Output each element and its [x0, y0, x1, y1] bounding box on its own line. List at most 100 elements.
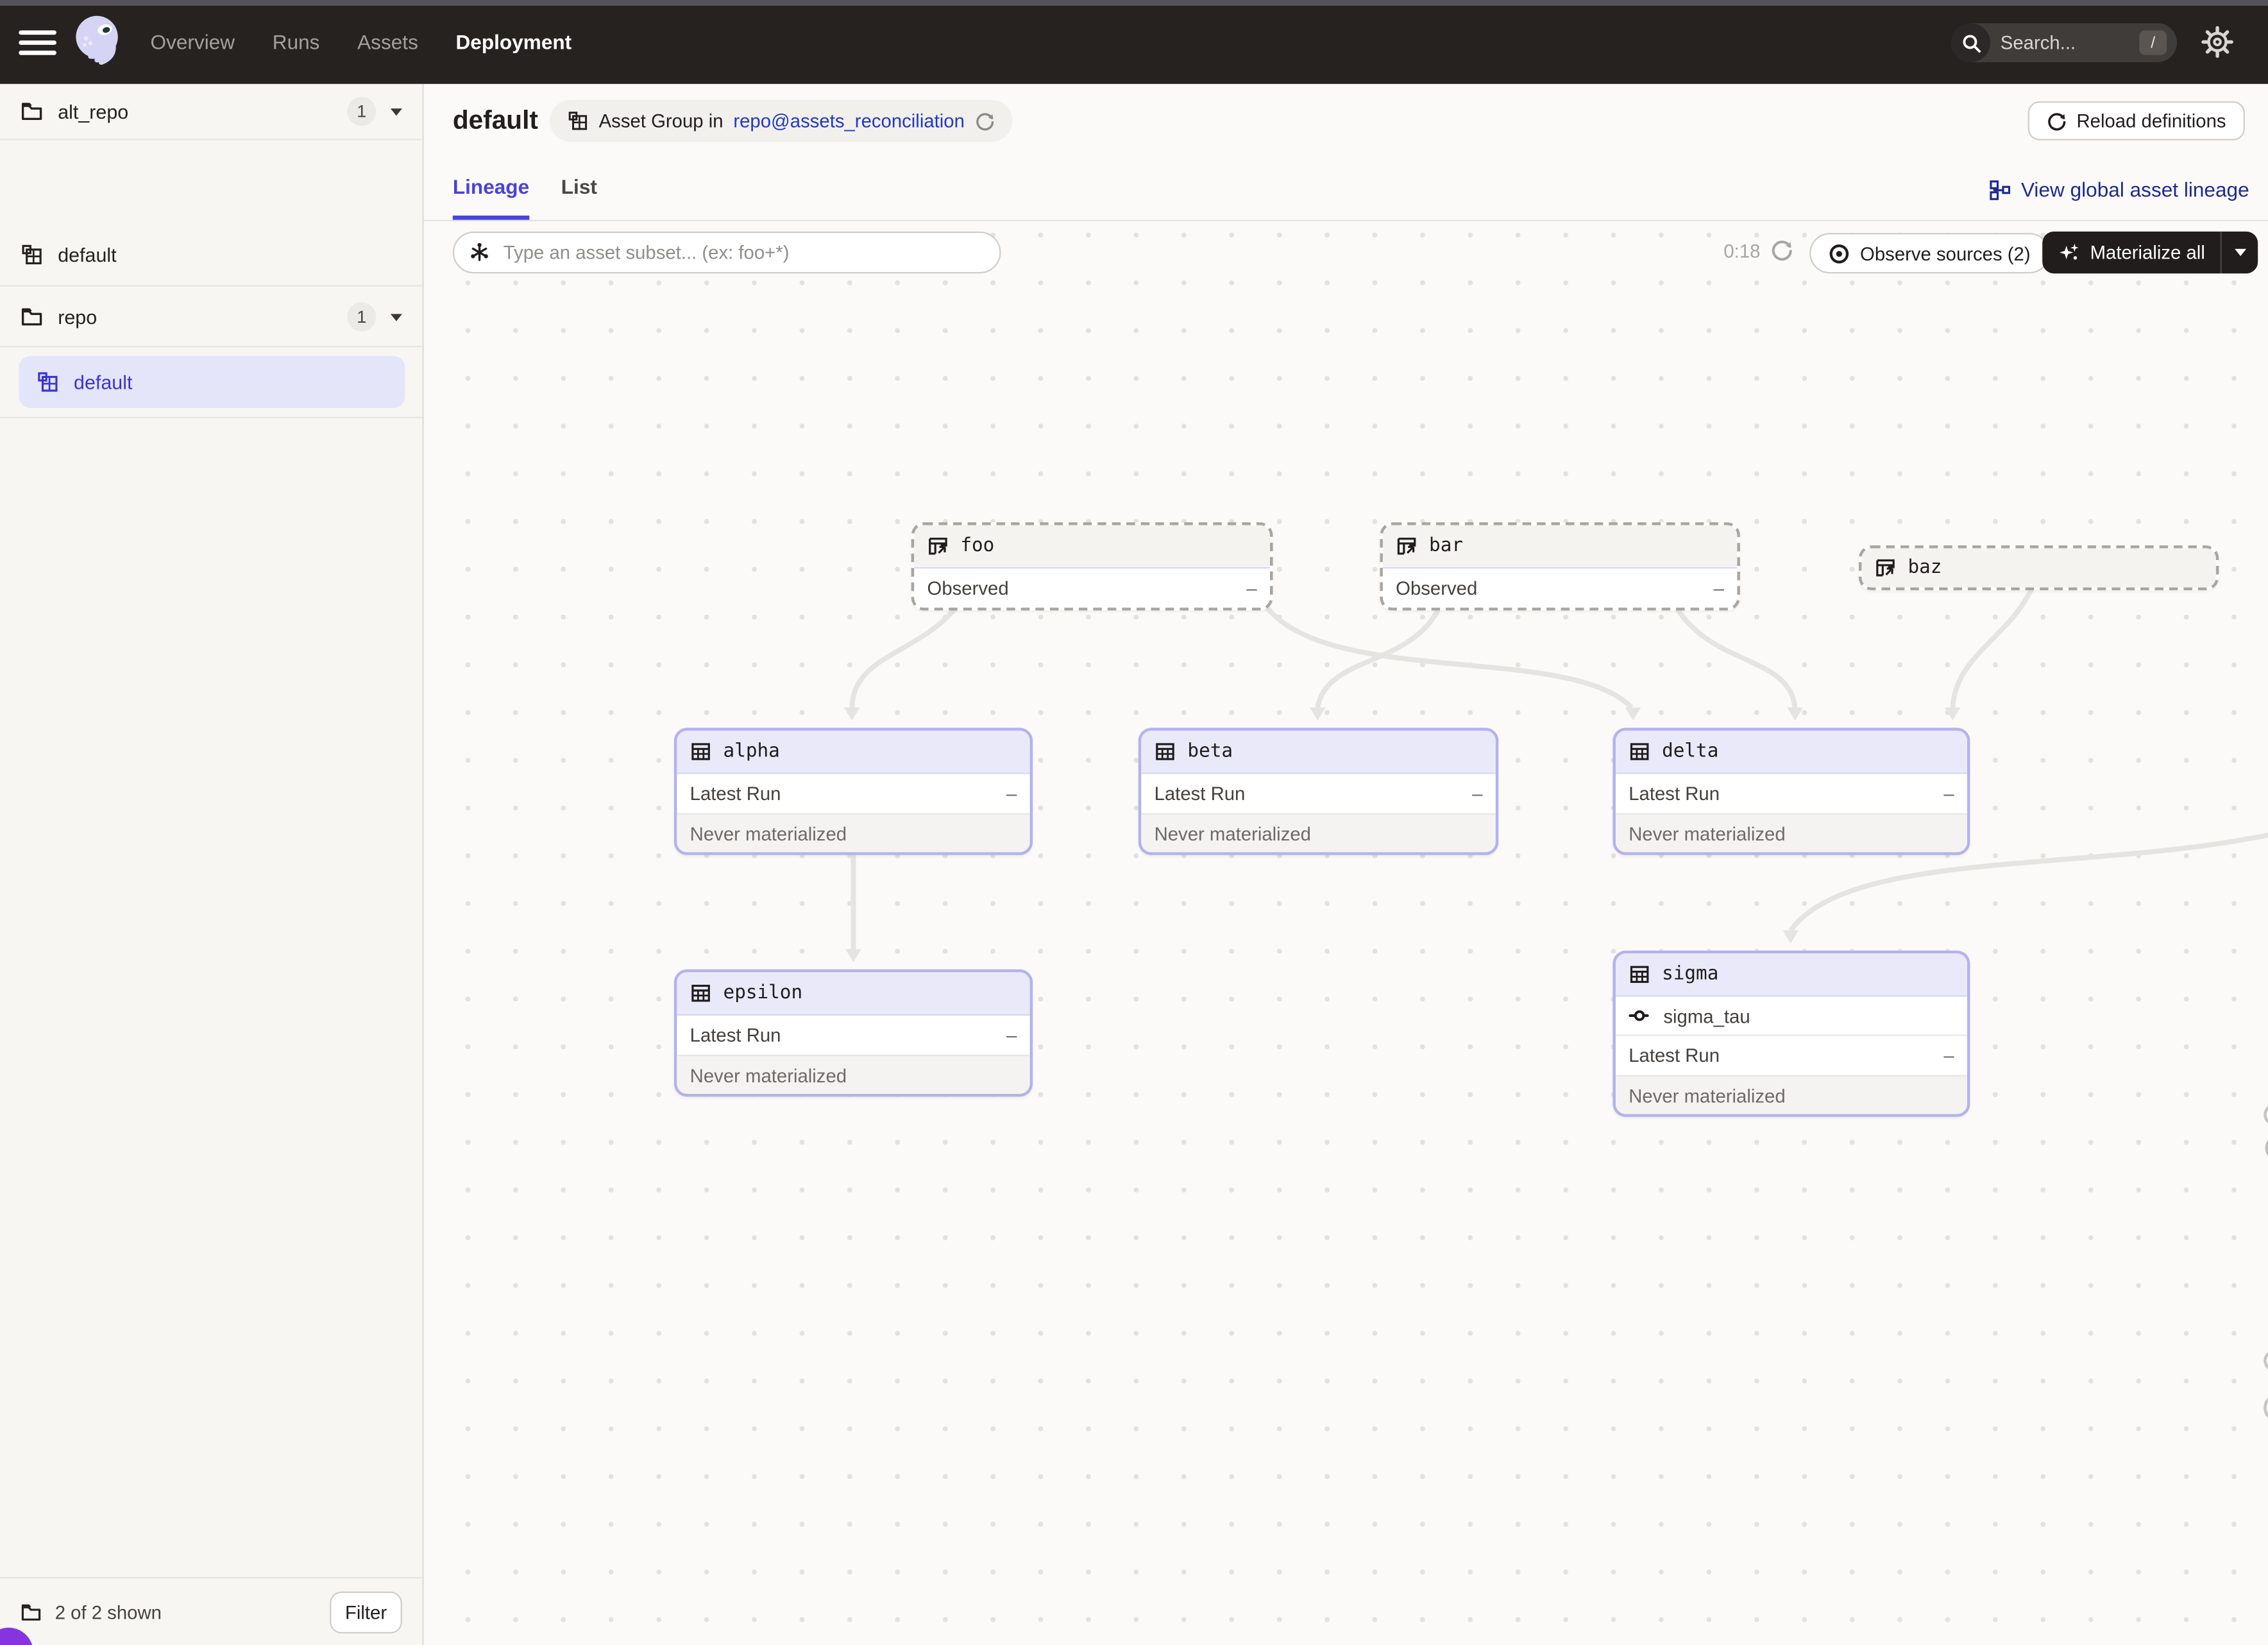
source-table-icon — [1875, 557, 1897, 579]
nav-assets[interactable]: Assets — [357, 30, 418, 53]
reload-definitions-label: Reload definitions — [2077, 110, 2226, 132]
asset-node-alpha[interactable]: alpha Latest Run– Never materialized — [674, 728, 1033, 855]
dagster-logo[interactable] — [68, 10, 131, 74]
tab-list[interactable]: List — [561, 175, 597, 220]
sidebar-item-repo[interactable]: repo 1 — [0, 288, 422, 347]
edge-foo-alpha — [852, 608, 956, 708]
asset-node-sigma[interactable]: sigma sigma_tau Latest Run– Never materi… — [1612, 951, 1970, 1117]
asset-node-epsilon[interactable]: epsilon Latest Run– Never materialized — [674, 969, 1033, 1096]
lineage-edges — [424, 221, 2268, 1645]
latest-run-row: Latest Run– — [1141, 774, 1495, 813]
source-table-icon — [1396, 535, 1418, 557]
sidebar-item-default-repo-selected[interactable]: default — [19, 356, 405, 408]
download-icon[interactable] — [2261, 1390, 2268, 1425]
asset-name: beta — [1187, 741, 1233, 763]
asset-node-beta[interactable]: beta Latest Run– Never materialized — [1138, 728, 1499, 855]
top-nav-links: Overview Runs Assets Deployment — [151, 0, 572, 84]
table-icon — [1629, 964, 1650, 985]
node-header: epsilon — [677, 972, 1029, 1016]
zoom-in-icon[interactable] — [2261, 1101, 2268, 1133]
node-header: baz — [1861, 549, 2215, 588]
sidebar-item-label: default — [58, 244, 402, 266]
sidebar-item-default-altrepo[interactable]: default — [0, 225, 422, 287]
count-badge: 1 — [347, 302, 376, 331]
nav-runs[interactable]: Runs — [273, 30, 320, 53]
asset-check-name: sigma_tau — [1663, 1005, 1750, 1027]
search-icon — [1951, 23, 1990, 62]
search-placeholder: Search... — [1990, 32, 2139, 54]
materialize-options-caret[interactable] — [2222, 232, 2258, 273]
count-badge: 1 — [347, 97, 376, 126]
sidebar-item-label: repo — [58, 306, 347, 328]
node-header: foo — [914, 525, 1270, 569]
sidebar-row-selected-wrap: default — [0, 347, 422, 418]
materialize-all-label: Materialize all — [2090, 242, 2205, 264]
view-global-asset-lineage-link[interactable]: View global asset lineage — [1989, 178, 2249, 201]
code-location-link[interactable]: repo@assets_reconciliation — [733, 110, 965, 132]
asset-node-foo[interactable]: foo Observed– — [911, 522, 1273, 611]
chevron-down-icon[interactable] — [391, 313, 402, 320]
materialize-all-button[interactable]: Materialize all — [2042, 232, 2222, 273]
asset-group-context-pill: Asset Group in repo@assets_reconciliatio… — [550, 100, 1012, 142]
latest-run-row: Latest Run– — [1616, 774, 1967, 813]
lineage-graph-canvas[interactable]: 0:18 Observe sources (2) Mat — [424, 221, 2268, 1645]
materialization-status-row: Never materialized — [1141, 813, 1495, 852]
folder-icon — [21, 100, 44, 123]
folder-icon — [21, 305, 44, 328]
top-nav-bar: Overview Runs Assets Deployment Search..… — [0, 0, 2268, 84]
nav-overview[interactable]: Overview — [151, 30, 235, 53]
reload-definitions-button[interactable]: Reload definitions — [2027, 101, 2245, 141]
asset-name: alpha — [724, 741, 780, 763]
sidebar-item-label: default — [74, 371, 132, 393]
context-prefix: Asset Group in — [599, 110, 724, 132]
tab-lineage[interactable]: Lineage — [453, 175, 529, 220]
asset-check-row[interactable]: sigma_tau — [1616, 997, 1967, 1036]
asset-subset-input[interactable] — [453, 232, 1001, 273]
asset-group-icon — [21, 243, 44, 266]
chevron-down-icon[interactable] — [391, 108, 402, 115]
global-lineage-label: View global asset lineage — [2021, 178, 2249, 201]
table-icon — [1155, 741, 1176, 763]
refresh-icon[interactable] — [975, 111, 995, 132]
refresh-icon — [2046, 111, 2067, 132]
sidebar-item-alt-repo[interactable]: alt_repo 1 — [0, 84, 422, 141]
main-panel: default Asset Group in repo@assets_recon… — [424, 84, 2268, 1645]
asset-name: foo — [960, 535, 994, 557]
observed-row: Observed– — [1383, 568, 1737, 608]
sidebar-item-label: alt_repo — [58, 101, 347, 123]
edge-bar-delta — [1677, 608, 1795, 708]
hamburger-menu-icon[interactable] — [19, 30, 56, 55]
view-tabs: Lineage List — [453, 175, 597, 220]
lineage-graph-icon — [1989, 179, 2011, 201]
refresh-icon[interactable] — [1770, 239, 1793, 262]
asset-subset-icon — [469, 242, 491, 264]
asset-name: bar — [1429, 535, 1463, 557]
shown-count-label: 2 of 2 shown — [55, 1601, 330, 1623]
table-icon — [690, 741, 712, 763]
asset-name: epsilon — [724, 982, 803, 1004]
app-root: Overview Runs Assets Deployment Search..… — [0, 0, 2268, 1645]
table-icon — [1629, 741, 1650, 763]
observe-icon — [1828, 243, 1850, 264]
edge-bar-beta — [1317, 608, 1439, 708]
asset-node-bar[interactable]: bar Observed– — [1380, 522, 1740, 611]
asset-node-baz[interactable]: baz — [1859, 545, 2219, 590]
observe-sources-button[interactable]: Observe sources (2) — [1809, 233, 2049, 273]
gear-icon[interactable] — [2200, 24, 2235, 59]
refresh-countdown: 0:18 — [1702, 240, 1760, 262]
node-header: sigma — [1616, 953, 1967, 997]
materialize-all-split-button: Materialize all — [2042, 232, 2258, 273]
filter-button[interactable]: Filter — [330, 1590, 402, 1632]
window-top-strip — [0, 0, 2268, 6]
node-header: delta — [1616, 731, 1967, 774]
dagster-octopus-icon — [68, 10, 131, 74]
asset-node-delta[interactable]: delta Latest Run– Never materialized — [1612, 728, 1970, 855]
nav-deployment[interactable]: Deployment — [455, 30, 571, 53]
search-shortcut-badge: / — [2139, 30, 2167, 55]
observed-row: Observed– — [914, 568, 1270, 608]
asset-name: delta — [1662, 741, 1718, 763]
zoom-out-icon[interactable] — [2261, 1347, 2268, 1379]
node-header: alpha — [677, 731, 1029, 774]
asset-name: baz — [1908, 557, 1942, 579]
global-search-input[interactable]: Search... / — [1951, 23, 2177, 62]
